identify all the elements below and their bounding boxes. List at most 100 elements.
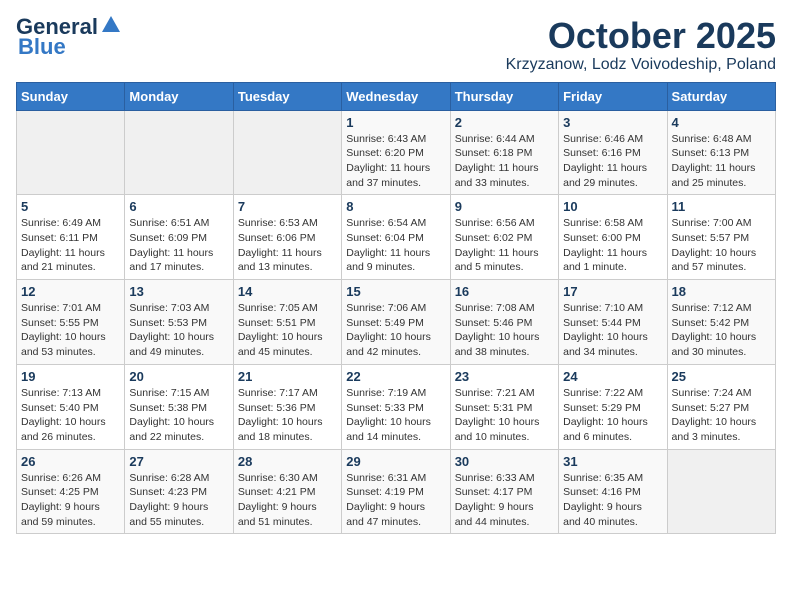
- logo-icon: [100, 14, 122, 36]
- day-number: 21: [238, 369, 337, 384]
- day-info: Sunrise: 6:35 AM Sunset: 4:16 PM Dayligh…: [563, 471, 662, 530]
- day-info: Sunrise: 6:31 AM Sunset: 4:19 PM Dayligh…: [346, 471, 445, 530]
- day-info: Sunrise: 6:51 AM Sunset: 6:09 PM Dayligh…: [129, 216, 228, 275]
- calendar-cell: 16 Sunrise: 7:08 AM Sunset: 5:46 PM Dayli…: [450, 280, 558, 365]
- day-info: Sunrise: 7:10 AM Sunset: 5:44 PM Dayligh…: [563, 301, 662, 360]
- day-info: Sunrise: 7:01 AM Sunset: 5:55 PM Dayligh…: [21, 301, 120, 360]
- day-number: 30: [455, 454, 554, 469]
- calendar-cell: 27 Sunrise: 6:28 AM Sunset: 4:23 PM Dayli…: [125, 449, 233, 534]
- day-info: Sunrise: 6:56 AM Sunset: 6:02 PM Dayligh…: [455, 216, 554, 275]
- day-number: 11: [672, 199, 771, 214]
- day-info: Sunrise: 6:49 AM Sunset: 6:11 PM Dayligh…: [21, 216, 120, 275]
- day-number: 18: [672, 284, 771, 299]
- week-row-2: 5 Sunrise: 6:49 AM Sunset: 6:11 PM Daylig…: [17, 195, 776, 280]
- day-number: 3: [563, 115, 662, 130]
- weekday-header-wednesday: Wednesday: [342, 82, 450, 110]
- day-number: 5: [21, 199, 120, 214]
- calendar-cell: 18 Sunrise: 7:12 AM Sunset: 5:42 PM Dayli…: [667, 280, 775, 365]
- day-info: Sunrise: 7:21 AM Sunset: 5:31 PM Dayligh…: [455, 386, 554, 445]
- day-number: 1: [346, 115, 445, 130]
- calendar-cell: [233, 110, 341, 195]
- calendar-cell: 9 Sunrise: 6:56 AM Sunset: 6:02 PM Daylig…: [450, 195, 558, 280]
- day-number: 4: [672, 115, 771, 130]
- day-info: Sunrise: 7:05 AM Sunset: 5:51 PM Dayligh…: [238, 301, 337, 360]
- day-number: 25: [672, 369, 771, 384]
- day-number: 29: [346, 454, 445, 469]
- calendar-cell: 1 Sunrise: 6:43 AM Sunset: 6:20 PM Daylig…: [342, 110, 450, 195]
- calendar-cell: 15 Sunrise: 7:06 AM Sunset: 5:49 PM Dayli…: [342, 280, 450, 365]
- day-info: Sunrise: 6:26 AM Sunset: 4:25 PM Dayligh…: [21, 471, 120, 530]
- calendar-cell: 4 Sunrise: 6:48 AM Sunset: 6:13 PM Daylig…: [667, 110, 775, 195]
- day-number: 22: [346, 369, 445, 384]
- week-row-4: 19Sunrise: 7:13 AM Sunset: 5:40 PM Dayli…: [17, 364, 776, 449]
- day-number: 8: [346, 199, 445, 214]
- day-number: 31: [563, 454, 662, 469]
- logo-blue: Blue: [18, 34, 66, 60]
- calendar-cell: 13 Sunrise: 7:03 AM Sunset: 5:53 PM Dayli…: [125, 280, 233, 365]
- day-info: Sunrise: 7:17 AM Sunset: 5:36 PM Dayligh…: [238, 386, 337, 445]
- day-number: 14: [238, 284, 337, 299]
- day-info: Sunrise: 6:28 AM Sunset: 4:23 PM Dayligh…: [129, 471, 228, 530]
- calendar-cell: 30Sunrise: 6:33 AM Sunset: 4:17 PM Dayli…: [450, 449, 558, 534]
- day-number: 12: [21, 284, 120, 299]
- calendar-cell: 23 Sunrise: 7:21 AM Sunset: 5:31 PM Dayli…: [450, 364, 558, 449]
- weekday-header-friday: Friday: [559, 82, 667, 110]
- calendar-cell: 10Sunrise: 6:58 AM Sunset: 6:00 PM Dayli…: [559, 195, 667, 280]
- day-number: 6: [129, 199, 228, 214]
- day-info: Sunrise: 6:43 AM Sunset: 6:20 PM Dayligh…: [346, 132, 445, 191]
- month-title: October 2025: [506, 16, 776, 56]
- day-info: Sunrise: 7:12 AM Sunset: 5:42 PM Dayligh…: [672, 301, 771, 360]
- day-info: Sunrise: 6:30 AM Sunset: 4:21 PM Dayligh…: [238, 471, 337, 530]
- weekday-header-row: SundayMondayTuesdayWednesdayThursdayFrid…: [17, 82, 776, 110]
- day-info: Sunrise: 6:58 AM Sunset: 6:00 PM Dayligh…: [563, 216, 662, 275]
- day-number: 23: [455, 369, 554, 384]
- calendar-cell: 29 Sunrise: 6:31 AM Sunset: 4:19 PM Dayli…: [342, 449, 450, 534]
- calendar-table: SundayMondayTuesdayWednesdayThursdayFrid…: [16, 82, 776, 535]
- day-info: Sunrise: 7:08 AM Sunset: 5:46 PM Dayligh…: [455, 301, 554, 360]
- day-info: Sunrise: 7:06 AM Sunset: 5:49 PM Dayligh…: [346, 301, 445, 360]
- weekday-header-monday: Monday: [125, 82, 233, 110]
- day-info: Sunrise: 7:03 AM Sunset: 5:53 PM Dayligh…: [129, 301, 228, 360]
- day-info: Sunrise: 7:24 AM Sunset: 5:27 PM Dayligh…: [672, 386, 771, 445]
- week-row-5: 26 Sunrise: 6:26 AM Sunset: 4:25 PM Dayli…: [17, 449, 776, 534]
- day-number: 16: [455, 284, 554, 299]
- day-number: 27: [129, 454, 228, 469]
- day-number: 24: [563, 369, 662, 384]
- day-info: Sunrise: 7:19 AM Sunset: 5:33 PM Dayligh…: [346, 386, 445, 445]
- calendar-cell: 11 Sunrise: 7:00 AM Sunset: 5:57 PM Dayli…: [667, 195, 775, 280]
- calendar-cell: 6 Sunrise: 6:51 AM Sunset: 6:09 PM Daylig…: [125, 195, 233, 280]
- day-info: Sunrise: 6:54 AM Sunset: 6:04 PM Dayligh…: [346, 216, 445, 275]
- day-number: 9: [455, 199, 554, 214]
- day-number: 28: [238, 454, 337, 469]
- day-info: Sunrise: 7:00 AM Sunset: 5:57 PM Dayligh…: [672, 216, 771, 275]
- calendar-cell: 28 Sunrise: 6:30 AM Sunset: 4:21 PM Dayli…: [233, 449, 341, 534]
- calendar-cell: 25 Sunrise: 7:24 AM Sunset: 5:27 PM Dayli…: [667, 364, 775, 449]
- day-number: 15: [346, 284, 445, 299]
- day-number: 13: [129, 284, 228, 299]
- week-row-1: 1 Sunrise: 6:43 AM Sunset: 6:20 PM Daylig…: [17, 110, 776, 195]
- calendar-cell: [667, 449, 775, 534]
- day-info: Sunrise: 6:44 AM Sunset: 6:18 PM Dayligh…: [455, 132, 554, 191]
- calendar-cell: 19Sunrise: 7:13 AM Sunset: 5:40 PM Dayli…: [17, 364, 125, 449]
- calendar-cell: 17 Sunrise: 7:10 AM Sunset: 5:44 PM Dayli…: [559, 280, 667, 365]
- day-number: 26: [21, 454, 120, 469]
- calendar-cell: 20Sunrise: 7:15 AM Sunset: 5:38 PM Dayli…: [125, 364, 233, 449]
- calendar-cell: 14 Sunrise: 7:05 AM Sunset: 5:51 PM Dayli…: [233, 280, 341, 365]
- page-header: General Blue October 2025 Krzyzanow, Lod…: [16, 16, 776, 74]
- day-info: Sunrise: 6:48 AM Sunset: 6:13 PM Dayligh…: [672, 132, 771, 191]
- logo: General Blue: [16, 16, 122, 60]
- day-info: Sunrise: 7:15 AM Sunset: 5:38 PM Dayligh…: [129, 386, 228, 445]
- calendar-cell: [125, 110, 233, 195]
- day-number: 17: [563, 284, 662, 299]
- day-info: Sunrise: 6:53 AM Sunset: 6:06 PM Dayligh…: [238, 216, 337, 275]
- calendar-cell: 8 Sunrise: 6:54 AM Sunset: 6:04 PM Daylig…: [342, 195, 450, 280]
- weekday-header-thursday: Thursday: [450, 82, 558, 110]
- day-number: 7: [238, 199, 337, 214]
- day-info: Sunrise: 6:46 AM Sunset: 6:16 PM Dayligh…: [563, 132, 662, 191]
- calendar-cell: 22 Sunrise: 7:19 AM Sunset: 5:33 PM Dayli…: [342, 364, 450, 449]
- day-info: Sunrise: 7:13 AM Sunset: 5:40 PM Dayligh…: [21, 386, 120, 445]
- calendar-cell: 26 Sunrise: 6:26 AM Sunset: 4:25 PM Dayli…: [17, 449, 125, 534]
- calendar-cell: 5 Sunrise: 6:49 AM Sunset: 6:11 PM Daylig…: [17, 195, 125, 280]
- calendar-cell: 3 Sunrise: 6:46 AM Sunset: 6:16 PM Daylig…: [559, 110, 667, 195]
- day-info: Sunrise: 7:22 AM Sunset: 5:29 PM Dayligh…: [563, 386, 662, 445]
